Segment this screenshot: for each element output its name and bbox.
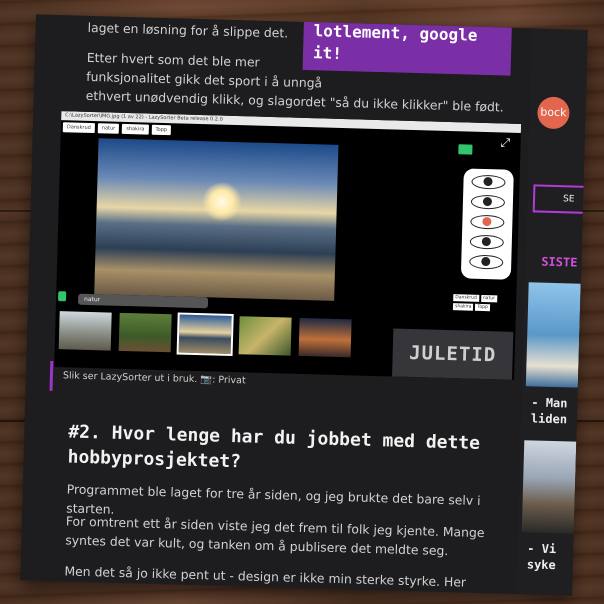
folder-icon bbox=[458, 144, 473, 155]
eye-icon bbox=[469, 254, 504, 270]
tag-button: natur bbox=[97, 123, 120, 134]
thumbnail bbox=[238, 316, 292, 356]
avatar[interactable]: bock bbox=[537, 96, 570, 130]
article-thumbnail[interactable] bbox=[521, 440, 577, 534]
search-button[interactable]: SE bbox=[532, 184, 588, 215]
mini-tag: natur bbox=[480, 294, 498, 303]
tag-input: natur bbox=[77, 293, 209, 309]
article-title[interactable]: liden bbox=[531, 410, 568, 427]
article-title[interactable]: syke bbox=[527, 556, 556, 573]
fullscreen-icon[interactable]: ⤢ bbox=[500, 135, 510, 150]
mini-tag: shakira bbox=[452, 303, 474, 311]
sunset-photo bbox=[94, 138, 339, 301]
thumbnail-strip bbox=[58, 311, 352, 358]
eye-icon bbox=[471, 174, 506, 190]
tag-button: Danskrud bbox=[62, 122, 95, 134]
thumbnail bbox=[298, 317, 352, 358]
article-title[interactable]: - Man bbox=[531, 394, 568, 411]
eye-buttons-panel bbox=[460, 168, 514, 280]
thumbnail bbox=[58, 311, 112, 351]
mini-tags: Danskrud natur shakira Topp bbox=[452, 294, 509, 312]
article-thumbnail[interactable] bbox=[525, 282, 581, 388]
mini-tag: Topp bbox=[475, 303, 490, 312]
article-title[interactable]: - Vi bbox=[527, 540, 556, 557]
printed-webpage: laget en løsning for å slippe det. lotle… bbox=[20, 14, 588, 596]
sun bbox=[201, 181, 243, 223]
section-heading: #2. Hvor lenge har du jobbet med dette h… bbox=[67, 421, 481, 473]
sidebar-section-title: SISTE bbox=[541, 254, 578, 270]
tag-button: Topp bbox=[151, 124, 172, 136]
article-paragraph: laget en løsning for å slippe det. bbox=[87, 19, 289, 41]
thumbnail bbox=[118, 312, 172, 353]
thumbnail-selected bbox=[176, 312, 234, 357]
thumbs-up-icon bbox=[58, 291, 67, 302]
app-screenshot: C:\LazySorter\IMG.jpg (1 av 22) - LazySo… bbox=[54, 111, 522, 380]
tag-buttons: Danskrud natur shakira Topp bbox=[62, 122, 172, 136]
eye-icon bbox=[469, 234, 505, 250]
eye-icon bbox=[470, 194, 506, 210]
eye-icon bbox=[470, 214, 505, 230]
article-column: laget en løsning for å slippe det. lotle… bbox=[20, 14, 532, 596]
tag-button: shakira bbox=[122, 123, 149, 135]
mini-tag: Danskrud bbox=[453, 294, 479, 302]
